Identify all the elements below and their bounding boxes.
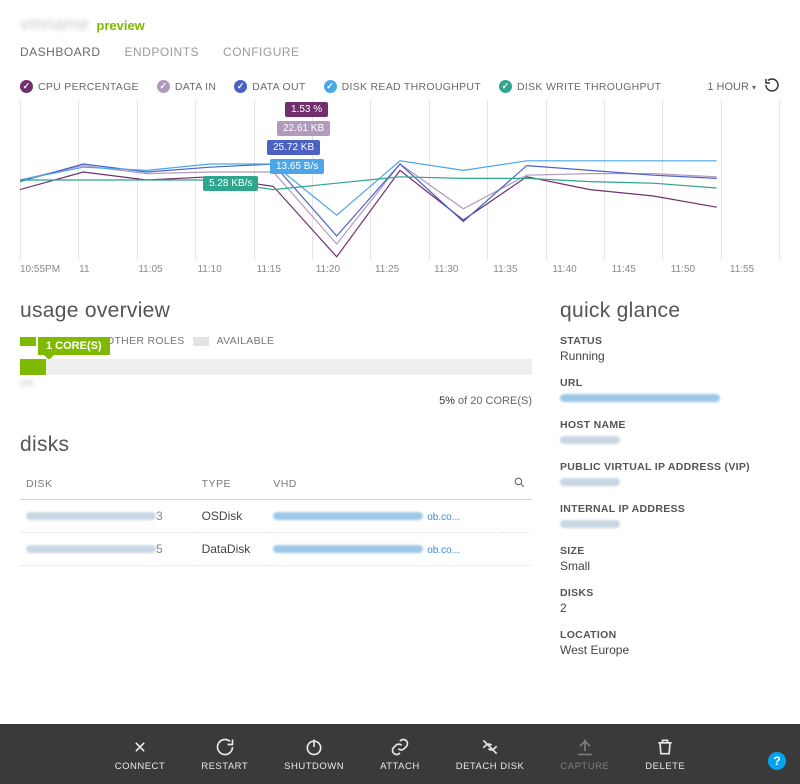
tooltip-disk-write: 5.28 KB/s	[203, 176, 258, 191]
legend-disk-read-label: DISK READ THROUGHPUT	[342, 81, 481, 93]
cmd-shutdown[interactable]: SHUTDOWN	[284, 737, 344, 772]
tooltip-disk-read: 13.65 B/s	[270, 159, 324, 174]
metrics-chart[interactable]: 1.53 % 22.61 KB 25.72 KB 13.65 B/s 5.28 …	[20, 100, 780, 260]
quick-glance-url: URL	[560, 377, 780, 405]
preview-badge: preview	[96, 18, 144, 33]
legend-data-out[interactable]: ✓ DATA OUT	[234, 80, 305, 93]
timerange: 1 HOUR ▾	[707, 77, 780, 96]
cmd-detach-disk[interactable]: DETACH DISK	[456, 737, 525, 772]
refresh-icon[interactable]	[764, 77, 780, 96]
command-bar: CONNECT RESTART SHUTDOWN ATTACH DETACH D…	[0, 724, 800, 784]
legend-cpu-label: CPU PERCENTAGE	[38, 81, 139, 93]
quick-glance-vip: PUBLIC VIRTUAL IP ADDRESS (VIP)	[560, 461, 780, 489]
disks-title: disks	[20, 433, 532, 457]
usage-meta: 5% of 20 CORE(S)	[20, 395, 532, 407]
col-disk[interactable]: DISK	[20, 469, 196, 500]
disks-search[interactable]	[502, 469, 532, 500]
quick-glance-internal: INTERNAL IP ADDRESS	[560, 503, 780, 531]
legend-cpu[interactable]: ✓ CPU PERCENTAGE	[20, 80, 139, 93]
help-icon[interactable]: ?	[768, 752, 786, 770]
chart-legend: ✓ CPU PERCENTAGE ✓ DATA IN ✓ DATA OUT ✓ …	[20, 80, 661, 93]
table-row[interactable]: 3OSDiskob.co...	[20, 500, 532, 533]
usage-bar: 1 CORE(S) vm 5% of 20 CORE(S)	[20, 359, 532, 407]
cmd-attach[interactable]: ATTACH	[380, 737, 420, 772]
col-type[interactable]: TYPE	[196, 469, 268, 500]
quick-glance-host: HOST NAME	[560, 419, 780, 447]
usage-core-label: 1 CORE(S)	[38, 337, 110, 355]
vm-name: vmname	[20, 14, 89, 35]
usage-title: usage overview	[20, 299, 532, 323]
legend-disk-read[interactable]: ✓ DISK READ THROUGHPUT	[324, 80, 481, 93]
tab-dashboard[interactable]: DASHBOARD	[20, 45, 101, 65]
timerange-select[interactable]: 1 HOUR ▾	[707, 81, 756, 93]
legend-disk-write-label: DISK WRITE THROUGHPUT	[517, 81, 661, 93]
tabs: DASHBOARD ENDPOINTS CONFIGURE	[20, 45, 780, 65]
usage-available-label: AVAILABLE	[217, 335, 275, 347]
quick-glance-title: quick glance	[560, 299, 780, 323]
col-vhd[interactable]: VHD	[267, 469, 502, 500]
tab-configure[interactable]: CONFIGURE	[223, 45, 300, 65]
search-icon	[513, 476, 526, 489]
tab-endpoints[interactable]: ENDPOINTS	[125, 45, 200, 65]
cmd-connect[interactable]: CONNECT	[115, 737, 165, 772]
page-header: vmname preview	[20, 14, 780, 35]
cmd-delete[interactable]: DELETE	[645, 737, 685, 772]
usage-other-roles-label: OTHER ROLES	[106, 335, 185, 347]
quick-glance-location: LOCATIONWest Europe	[560, 629, 780, 657]
legend-disk-write[interactable]: ✓ DISK WRITE THROUGHPUT	[499, 80, 661, 93]
tooltip-cpu: 1.53 %	[285, 102, 328, 117]
legend-data-out-label: DATA OUT	[252, 81, 305, 93]
table-row[interactable]: 5DataDiskob.co...	[20, 533, 532, 566]
legend-data-in-label: DATA IN	[175, 81, 216, 93]
cmd-restart[interactable]: RESTART	[201, 737, 248, 772]
cmd-capture[interactable]: CAPTURE	[560, 737, 609, 772]
disks-table: DISK TYPE VHD 3OSDiskob.co...5DataDiskob…	[20, 469, 532, 566]
quick-glance-size: SIZESmall	[560, 545, 780, 573]
chart-x-axis: 10:55PM1111:0511:1011:1511:2011:2511:301…	[20, 264, 780, 275]
quick-glance-status: STATUSRunning	[560, 335, 780, 363]
tooltip-data-in: 22.61 KB	[277, 121, 330, 136]
quick-glance-disks: DISKS2	[560, 587, 780, 615]
tooltip-data-out: 25.72 KB	[267, 140, 320, 155]
legend-data-in[interactable]: ✓ DATA IN	[157, 80, 216, 93]
